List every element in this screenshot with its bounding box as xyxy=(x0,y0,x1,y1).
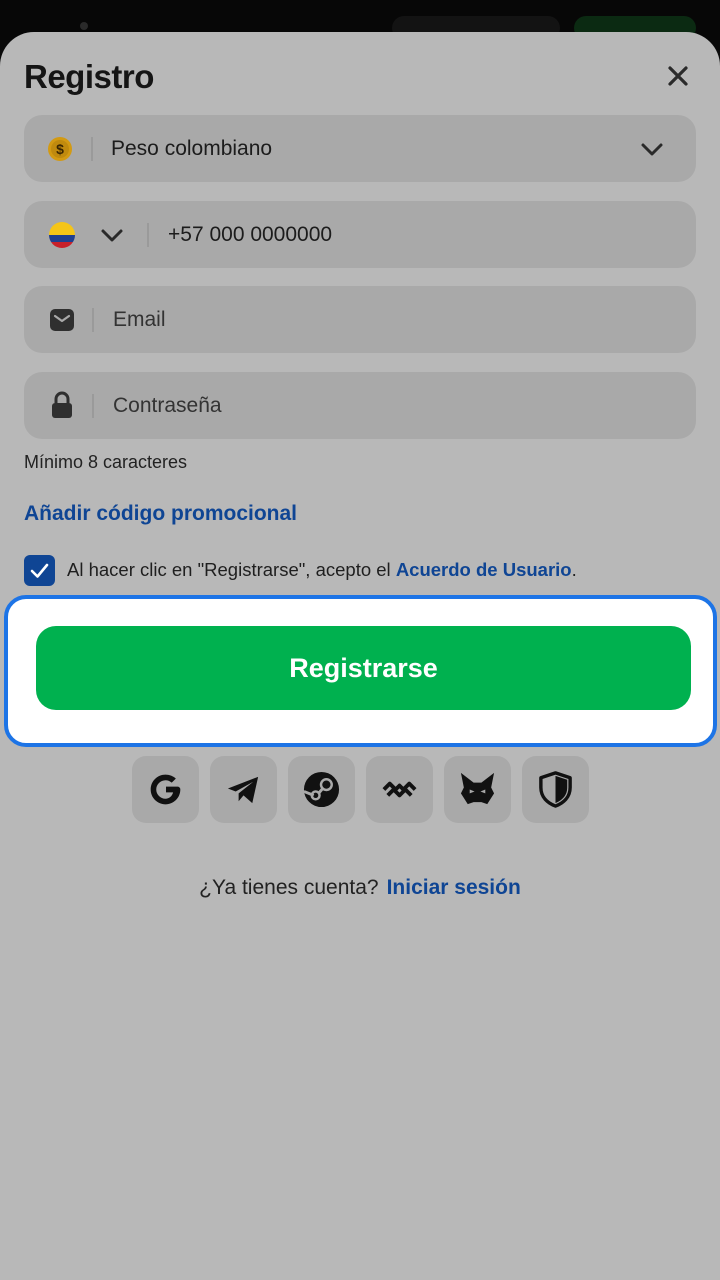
phone-field[interactable]: +57 000 0000000 xyxy=(24,201,696,268)
close-icon xyxy=(668,66,688,86)
divider xyxy=(147,223,149,247)
walletconnect-icon xyxy=(382,781,417,798)
email-placeholder: Email xyxy=(113,308,166,331)
menu-dot xyxy=(80,22,88,30)
steam-login-button[interactable] xyxy=(288,756,355,823)
chevron-down-icon xyxy=(641,143,663,156)
close-button[interactable] xyxy=(660,58,696,94)
divider xyxy=(92,308,94,332)
telegram-icon xyxy=(227,776,259,804)
agreement-label: Al hacer clic en "Registrarse", acepto e… xyxy=(67,559,391,580)
divider xyxy=(91,137,93,161)
user-agreement-link[interactable]: Acuerdo de Usuario xyxy=(396,559,572,580)
checkmark-icon xyxy=(30,563,49,578)
country-chevron-down-icon[interactable] xyxy=(98,223,126,247)
login-prompt: ¿Ya tienes cuenta? Iniciar sesión xyxy=(0,876,720,900)
lock-icon xyxy=(52,391,72,418)
divider xyxy=(92,394,94,418)
dollar-coin-icon: $ xyxy=(48,137,72,161)
shield-icon xyxy=(539,771,572,808)
telegram-login-button[interactable] xyxy=(210,756,277,823)
colombia-flag-icon xyxy=(49,222,75,248)
envelope-icon xyxy=(50,309,74,331)
register-highlight: Registrarse xyxy=(4,595,717,747)
metamask-fox-icon xyxy=(460,772,495,805)
walletconnect-login-button[interactable] xyxy=(366,756,433,823)
login-question: ¿Ya tienes cuenta? xyxy=(199,876,379,899)
login-link[interactable]: Iniciar sesión xyxy=(387,876,521,899)
metamask-login-button[interactable] xyxy=(444,756,511,823)
currency-select[interactable]: $ Peso colombiano xyxy=(24,115,696,182)
phone-placeholder: +57 000 0000000 xyxy=(168,223,333,246)
password-field[interactable]: Contraseña xyxy=(24,372,696,439)
registration-sheet: Registro $ Peso colombiano +57 000 00000… xyxy=(0,32,720,1280)
page-title: Registro xyxy=(24,58,154,95)
steam-icon xyxy=(303,771,340,808)
password-placeholder: Contraseña xyxy=(113,394,222,417)
social-login-row xyxy=(132,756,592,824)
promo-code-link[interactable]: Añadir código promocional xyxy=(24,502,297,526)
google-icon xyxy=(150,774,181,805)
email-field[interactable]: Email xyxy=(24,286,696,353)
agreement-end: . xyxy=(571,559,577,580)
agreement-text: Al hacer clic en "Registrarse", acepto e… xyxy=(67,559,577,581)
currency-value: Peso colombiano xyxy=(111,137,273,160)
security-login-button[interactable] xyxy=(522,756,589,823)
agreement-checkbox[interactable] xyxy=(24,555,55,586)
google-login-button[interactable] xyxy=(132,756,199,823)
password-hint: Mínimo 8 caracteres xyxy=(24,452,188,472)
register-button[interactable]: Registrarse xyxy=(36,626,691,710)
svg-text:$: $ xyxy=(56,141,64,157)
